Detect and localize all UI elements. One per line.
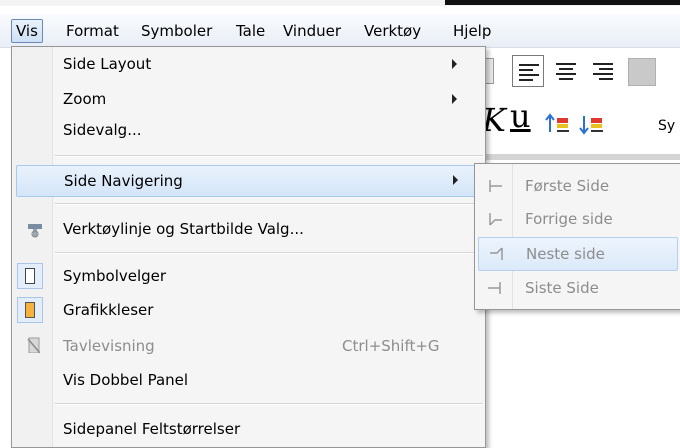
menu-item-sidevalg[interactable]: Sidevalg... [14, 115, 483, 145]
menu-item-grafikkleser[interactable]: Grafikkleser [14, 295, 483, 325]
align-left-button[interactable] [512, 55, 544, 87]
menu-item-symbolvelger[interactable]: Symbolvelger [14, 261, 483, 291]
sidepanel-label: Sidepanel Feltstørrelser [63, 420, 241, 438]
menu-bar: Vis Format Symboler Tale Vinduer Verktøy… [0, 14, 680, 48]
menu-item-side-navigering[interactable]: Side Navigering [16, 165, 483, 197]
window-top-strip [0, 0, 680, 6]
title-bar-fragment [445, 0, 680, 5]
menu-verktoy[interactable]: Verktøy [359, 20, 426, 42]
tavlevisning-shortcut: Ctrl+Shift+G [342, 337, 440, 355]
menu-symboler[interactable]: Symboler [136, 20, 217, 42]
menu-separator [55, 403, 483, 405]
first-page-icon [489, 180, 502, 192]
next-page-icon [490, 247, 503, 260]
menu-item-tavlevisning[interactable]: Tavlevisning Ctrl+Shift+G [14, 331, 483, 361]
submenu-item-forrige-side[interactable]: Forrige side [477, 203, 679, 235]
symbolvelger-icon [17, 263, 43, 289]
symbolvelger-label: Symbolvelger [63, 267, 167, 285]
sidevalg-label: Sidevalg... [63, 121, 142, 139]
last-page-icon [488, 282, 501, 294]
neste-side-label: Neste side [526, 245, 605, 263]
side-navigering-label: Side Navigering [64, 172, 183, 190]
align-left-icon [519, 64, 539, 84]
symbol-button-partial[interactable]: Sy [658, 118, 675, 134]
submenu-arrow-icon [453, 175, 458, 185]
previous-page-icon [489, 213, 502, 226]
toolbar-settings-icon [28, 224, 42, 238]
forste-side-label: Første Side [525, 177, 610, 195]
menu-item-vis-dobbel-panel[interactable]: Vis Dobbel Panel [14, 365, 483, 395]
menu-item-sidepanel-feltstorrelser[interactable]: Sidepanel Feltstørrelser [14, 414, 483, 444]
menu-item-verktoylinje[interactable]: Verktøylinje og Startbilde Valg... [14, 214, 483, 244]
menu-vis[interactable]: Vis [11, 19, 43, 43]
submenu-arrow-icon [452, 94, 457, 104]
siste-side-label: Siste Side [525, 279, 599, 297]
verktoylinje-label: Verktøylinje og Startbilde Valg... [63, 220, 304, 238]
justify-button[interactable] [628, 58, 656, 86]
align-center-button[interactable] [551, 55, 581, 85]
vis-dobbel-panel-label: Vis Dobbel Panel [63, 371, 189, 389]
increase-indent-icon [545, 113, 569, 132]
align-right-button[interactable] [588, 55, 618, 85]
tavlevisning-icon [27, 337, 40, 353]
decrease-indent-button[interactable] [578, 112, 606, 136]
menu-item-side-layout[interactable]: Side Layout [14, 49, 483, 79]
toolbar-separator [484, 154, 680, 160]
menu-separator [55, 155, 483, 157]
increase-indent-button[interactable] [544, 112, 572, 136]
submenu-item-siste-side[interactable]: Siste Side [477, 272, 679, 304]
menu-format[interactable]: Format [61, 20, 124, 42]
align-right-icon [593, 63, 613, 83]
menu-tale[interactable]: Tale [231, 20, 270, 42]
menu-hjelp[interactable]: Hjelp [448, 20, 496, 42]
decrease-indent-icon [579, 116, 603, 135]
side-navigering-submenu: Første Side Forrige side Neste side Sist… [474, 163, 680, 310]
align-center-icon [556, 63, 576, 83]
menu-separator [55, 252, 483, 254]
forrige-side-label: Forrige side [525, 210, 613, 228]
menu-item-zoom[interactable]: Zoom [14, 84, 483, 114]
submenu-item-forste-side[interactable]: Første Side [477, 170, 679, 202]
grafikkleser-label: Grafikkleser [63, 301, 154, 319]
side-layout-label: Side Layout [63, 55, 152, 73]
grafikkleser-icon [17, 297, 43, 323]
zoom-label: Zoom [63, 90, 107, 108]
submenu-arrow-icon [452, 59, 457, 69]
tavlevisning-label: Tavlevisning [63, 337, 155, 355]
menu-separator [55, 203, 483, 205]
submenu-item-neste-side[interactable]: Neste side [478, 237, 678, 271]
vis-dropdown-menu: Side Layout Zoom Sidevalg... Side Navige… [11, 46, 486, 448]
underline-button[interactable]: u [510, 100, 531, 132]
menu-vinduer[interactable]: Vinduer [278, 20, 346, 42]
